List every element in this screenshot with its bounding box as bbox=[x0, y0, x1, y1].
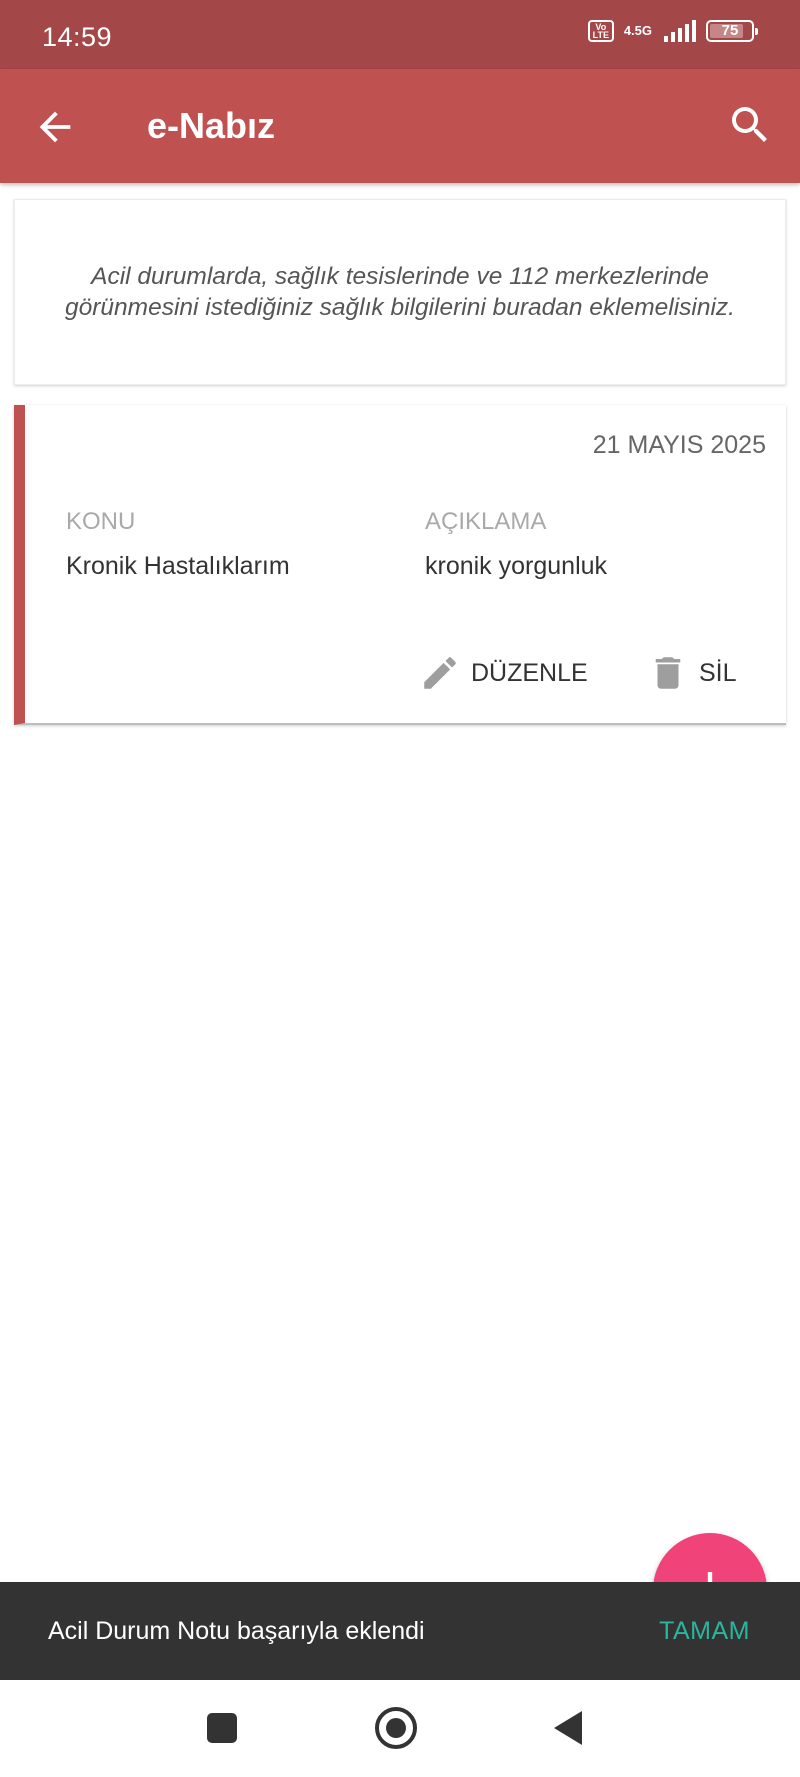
subject-label: KONU bbox=[66, 508, 136, 535]
emergency-note-card: 21 MAYIS 2025 KONU Kronik Hastalıklarım … bbox=[14, 405, 786, 725]
app-title: e-Nabız bbox=[147, 105, 276, 146]
note-date: 21 MAYIS 2025 bbox=[592, 431, 766, 459]
volte-icon: Vo LTE bbox=[587, 20, 614, 42]
battery-icon: 75 bbox=[706, 20, 758, 42]
status-time: 14:59 bbox=[42, 22, 113, 52]
pencil-icon bbox=[424, 657, 456, 689]
recents-square-icon[interactable] bbox=[207, 1713, 237, 1743]
home-circle-icon[interactable] bbox=[375, 1707, 417, 1749]
subject-value: Kronik Hastalıklarım bbox=[66, 552, 290, 580]
description-label: AÇIKLAMA bbox=[425, 508, 547, 535]
battery-level: 75 bbox=[721, 22, 739, 39]
snackbar-ok-button[interactable]: TAMAM bbox=[659, 1617, 750, 1646]
arrow-left-icon bbox=[39, 111, 71, 143]
trash-icon bbox=[655, 657, 681, 689]
search-button[interactable] bbox=[726, 101, 774, 149]
search-icon bbox=[732, 107, 767, 142]
app-bar: e-Nabız bbox=[0, 69, 800, 183]
status-bar: 14:59 Vo LTE 4.5G 75 bbox=[0, 0, 800, 69]
delete-button-label: SİL bbox=[699, 658, 737, 687]
edit-button-label: DÜZENLE bbox=[471, 658, 588, 687]
delete-button[interactable]: SİL bbox=[647, 651, 737, 695]
back-triangle-icon[interactable] bbox=[554, 1711, 582, 1745]
system-nav-bar bbox=[0, 1680, 800, 1777]
edit-button[interactable]: DÜZENLE bbox=[419, 651, 588, 695]
description-value: kronik yorgunluk bbox=[425, 552, 608, 580]
back-button[interactable] bbox=[32, 104, 78, 150]
status-icons: Vo LTE 4.5G 75 bbox=[587, 20, 758, 42]
snackbar-message: Acil Durum Notu başarıyla eklendi bbox=[48, 1617, 425, 1645]
signal-strength-icon bbox=[664, 20, 696, 42]
info-text: Acil durumlarda, sağlık tesislerinde ve … bbox=[65, 263, 735, 321]
network-type-label: 4.5G bbox=[623, 23, 652, 38]
info-card: Acil durumlarda, sağlık tesislerinde ve … bbox=[14, 199, 786, 385]
snackbar: Acil Durum Notu başarıyla eklendi TAMAM bbox=[0, 1582, 800, 1680]
